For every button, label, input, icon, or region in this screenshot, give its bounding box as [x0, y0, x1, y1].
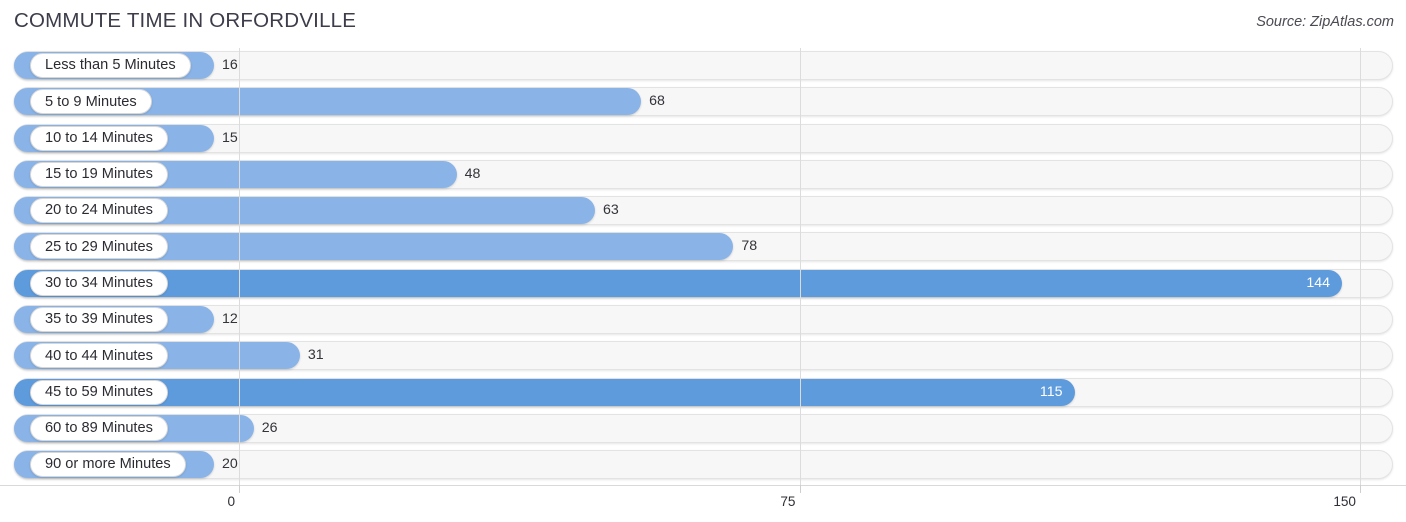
gridline-150: [1360, 48, 1361, 485]
value-label: 78: [741, 238, 758, 255]
bar-row: 5 to 9 Minutes 68: [0, 84, 1406, 120]
x-axis: 0 75 150: [0, 485, 1406, 522]
value-label: 15: [222, 129, 238, 146]
bar-row: 45 to 59 Minutes 115: [0, 375, 1406, 411]
category-label-pill: 35 to 39 Minutes: [30, 307, 168, 333]
category-label-pill: 45 to 59 Minutes: [30, 379, 168, 405]
category-label-pill: 25 to 29 Minutes: [30, 234, 168, 260]
bar-track: [14, 51, 1393, 80]
source-attribution: Source: ZipAtlas.com: [1256, 14, 1394, 30]
bar-track: [14, 123, 1393, 153]
value-label: 144: [1306, 274, 1330, 291]
bar-row: 30 to 34 Minutes 144: [0, 266, 1406, 302]
axis-tick-mark: [1360, 485, 1361, 493]
category-label-pill: 60 to 89 Minutes: [30, 415, 168, 441]
category-label-pill: 15 to 19 Minutes: [30, 161, 168, 187]
gridline-0: [239, 48, 240, 485]
category-label: 5 to 9 Minutes: [45, 93, 137, 110]
value-label: 12: [222, 311, 238, 328]
category-label-pill: 20 to 24 Minutes: [30, 198, 168, 224]
category-label: Less than 5 Minutes: [45, 57, 176, 74]
bar-row: 10 to 14 Minutes 15: [0, 121, 1406, 157]
category-label: 45 to 59 Minutes: [45, 383, 153, 400]
page-title: COMMUTE TIME IN ORFORDVILLE: [14, 9, 357, 32]
category-label-pill: 5 to 9 Minutes: [30, 89, 152, 115]
bar-row: 35 to 39 Minutes 12: [0, 302, 1406, 338]
category-label: 60 to 89 Minutes: [45, 420, 153, 437]
chart-container: COMMUTE TIME IN ORFORDVILLE Source: ZipA…: [0, 0, 1406, 522]
value-bar[interactable]: [14, 378, 1075, 406]
axis-tick-mark: [799, 485, 801, 493]
value-label: 63: [603, 202, 619, 219]
category-label: 20 to 24 Minutes: [45, 202, 153, 219]
bar-row: Less than 5 Minutes 16: [0, 48, 1406, 84]
axis-tick-label: 150: [1333, 494, 1356, 509]
category-label-pill: Less than 5 Minutes: [30, 53, 191, 78]
bar-track: [14, 305, 1393, 335]
bar-track: [14, 450, 1393, 480]
bar-row: 40 to 44 Minutes 31: [0, 338, 1406, 374]
category-label: 35 to 39 Minutes: [45, 311, 153, 328]
value-label: 16: [222, 57, 238, 73]
bar-row: 25 to 29 Minutes 78: [0, 229, 1406, 265]
category-label: 25 to 29 Minutes: [45, 238, 153, 255]
category-label: 90 or more Minutes: [45, 456, 171, 473]
category-label-pill: 10 to 14 Minutes: [30, 125, 168, 151]
bar-row: 90 or more Minutes 20: [0, 447, 1406, 483]
category-label: 40 to 44 Minutes: [45, 347, 153, 364]
bar-row: 60 to 89 Minutes 26: [0, 411, 1406, 447]
value-label: 20: [222, 456, 238, 473]
value-label: 68: [649, 93, 665, 110]
axis-tick-label: 75: [780, 494, 796, 509]
value-label: 115: [1039, 383, 1063, 400]
value-label: 31: [307, 347, 324, 364]
value-bar[interactable]: [14, 269, 1342, 297]
bar-row: 15 to 19 Minutes 48: [0, 157, 1406, 193]
plot-area: Less than 5 Minutes 16 5 to 9 Minutes 68 10 …: [0, 48, 1406, 485]
value-label: 26: [261, 419, 278, 436]
axis-tick-label: 0: [227, 494, 235, 509]
value-label: 48: [464, 165, 481, 182]
category-label-pill: 90 or more Minutes: [30, 452, 186, 478]
gridline-75: [799, 48, 801, 485]
category-label: 30 to 34 Minutes: [45, 274, 153, 291]
axis-line: [0, 485, 1406, 486]
category-label-pill: 30 to 34 Minutes: [30, 270, 168, 296]
category-label-pill: 40 to 44 Minutes: [30, 343, 168, 369]
bar-rows: Less than 5 Minutes 16 5 to 9 Minutes 68 10 …: [0, 48, 1406, 484]
category-label: 10 to 14 Minutes: [45, 129, 153, 146]
category-label: 15 to 19 Minutes: [45, 166, 153, 183]
axis-tick-mark: [239, 485, 240, 493]
bar-row: 20 to 24 Minutes 63: [0, 193, 1406, 229]
